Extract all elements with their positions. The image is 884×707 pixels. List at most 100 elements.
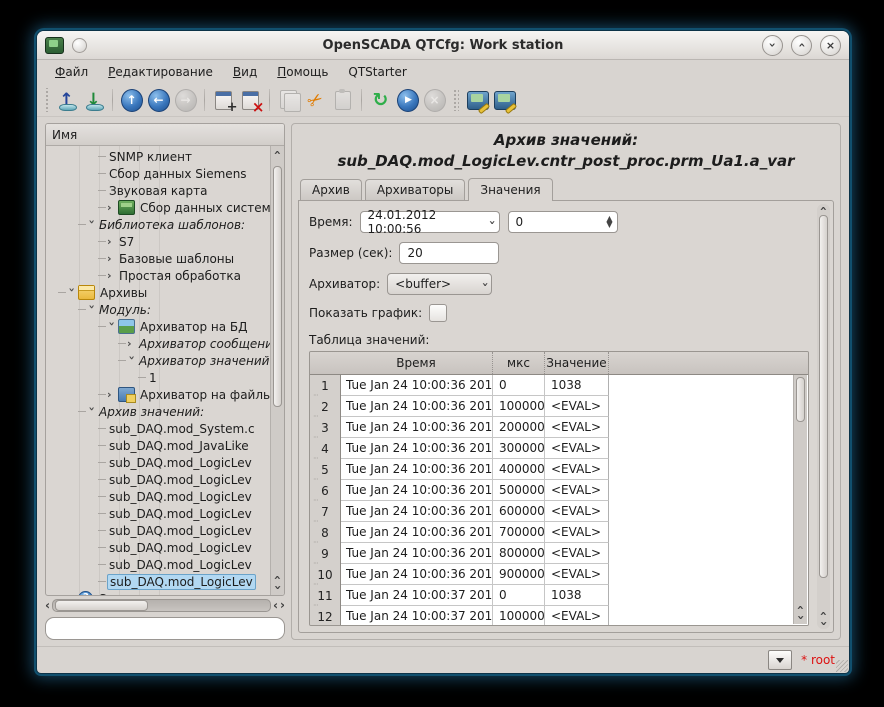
menu-item-1[interactable]: Файл (47, 63, 96, 81)
table-row[interactable]: 9Tue Jan 24 10:00:36 2012800000<EVAL> (310, 543, 808, 564)
toolbar-handle[interactable] (44, 88, 50, 112)
table-row[interactable]: 11Tue Jan 24 10:00:37 201201038 (310, 585, 808, 606)
expand-icon[interactable]: › (107, 253, 117, 264)
show-graph-checkbox[interactable] (429, 304, 447, 322)
table-row[interactable]: 4Tue Jan 24 10:00:36 2012300000<EVAL> (310, 438, 808, 459)
expand-icon[interactable]: › (67, 593, 77, 595)
panel-vertical-scrollbar[interactable]: › › › (817, 204, 830, 629)
tree-item[interactable]: ›Архив значений: (46, 403, 270, 420)
close-icon[interactable]: × (820, 35, 841, 56)
tree-frame: Имя SNMP клиентСбор данных SiemensЗвуков… (45, 123, 285, 596)
tree-item[interactable]: ›Сбор данных системы (46, 199, 270, 216)
tree-item[interactable]: ›Архиватор на файлы (46, 386, 270, 403)
menu-item-3[interactable]: Вид (225, 63, 265, 81)
menu-item-2[interactable]: Редактирование (100, 63, 221, 81)
tree-item[interactable]: SNMP клиент (46, 148, 270, 165)
collapse-icon[interactable]: › (87, 220, 98, 230)
tree-item[interactable]: sub_DAQ.mod_System.c (46, 420, 270, 437)
column-header-3[interactable]: Значение (545, 352, 609, 374)
table-vertical-scrollbar[interactable]: › › (793, 375, 807, 624)
titlebar[interactable]: OpenSCADA QTCfg: Work station › › × (37, 31, 849, 60)
table-row[interactable]: 12Tue Jan 24 10:00:37 2012100000<EVAL> (310, 606, 808, 625)
row-filler (609, 438, 808, 459)
tree-horizontal-scrollbar[interactable]: › › › (45, 599, 285, 612)
tree-item[interactable]: ›S7 (46, 233, 270, 250)
collapse-icon[interactable]: › (107, 322, 118, 332)
tree-item[interactable]: ›Архиватор значений (46, 352, 270, 369)
tree-item[interactable]: ›Простая обработка (46, 267, 270, 284)
table-row[interactable]: 5Tue Jan 24 10:00:36 2012400000<EVAL> (310, 459, 808, 480)
tree-item[interactable]: ›Архиватор сообщений (46, 335, 270, 352)
spinner-arrows-icon[interactable]: ▲▼ (606, 216, 612, 228)
time-combobox[interactable]: 24.01.2012 10:00:56 › (360, 211, 500, 233)
start-button[interactable]: ▶ (394, 87, 421, 114)
back-button[interactable]: ← (145, 87, 172, 114)
tree-item[interactable]: 1 (46, 369, 270, 386)
tree-item[interactable]: sub_DAQ.mod_LogicLev (46, 556, 270, 573)
expand-icon[interactable]: › (127, 338, 137, 349)
minimize-icon[interactable]: › (762, 35, 783, 56)
load-from-db-button[interactable]: ↑ (53, 87, 80, 114)
table-row[interactable]: 8Tue Jan 24 10:00:36 2012700000<EVAL> (310, 522, 808, 543)
menu-item-5[interactable]: QTStarter (340, 63, 414, 81)
cut-button[interactable]: ✂ (302, 87, 329, 114)
tree-filter-input[interactable] (45, 617, 285, 640)
tree-item[interactable]: sub_DAQ.mod_JavaLike (46, 437, 270, 454)
tree-vertical-scrollbar[interactable]: › › › (270, 146, 284, 595)
resize-grip[interactable] (836, 660, 848, 672)
column-header-1[interactable]: Время (340, 352, 493, 374)
collapse-icon[interactable]: › (87, 407, 98, 417)
tree-item[interactable]: Звуковая карта (46, 182, 270, 199)
tree-item[interactable]: ›Архиватор на БД (46, 318, 270, 335)
table-cell: 0 (493, 585, 545, 606)
collapse-icon[interactable]: › (127, 356, 138, 366)
qtstarter-tools-button[interactable] (491, 87, 518, 114)
tree-item[interactable]: sub_DAQ.mod_LogicLev (46, 539, 270, 556)
expand-icon[interactable]: › (107, 270, 117, 281)
tree-item[interactable]: Сбор данных Siemens (46, 165, 270, 182)
archiver-combobox[interactable]: <buffer> › (387, 273, 492, 295)
paste-icon (332, 89, 354, 111)
tree-item[interactable]: ›Специальные (46, 590, 270, 595)
table-row[interactable]: 2Tue Jan 24 10:00:36 2012100000<EVAL> (310, 396, 808, 417)
save-to-db-button[interactable]: ↓ (80, 87, 107, 114)
qtstarter-config-button[interactable] (464, 87, 491, 114)
refresh-button[interactable]: ↻ (367, 87, 394, 114)
table-row[interactable]: 10Tue Jan 24 10:00:36 2012900000<EVAL> (310, 564, 808, 585)
tree-item[interactable]: ›Архивы (46, 284, 270, 301)
collapse-icon[interactable]: › (67, 288, 78, 298)
tab-2[interactable]: Архиваторы (365, 179, 466, 200)
column-header-2[interactable]: мкс (493, 352, 545, 374)
size-input[interactable]: 20 (399, 242, 499, 264)
expand-icon[interactable]: › (107, 236, 117, 247)
maximize-icon[interactable]: › (791, 35, 812, 56)
menu-item-4[interactable]: Помощь (269, 63, 336, 81)
tab-1[interactable]: Архив (300, 179, 362, 200)
main-area: Имя SNMP клиентСбор данных SiemensЗвуков… (37, 117, 849, 646)
expand-icon[interactable]: › (107, 389, 117, 400)
tree-item[interactable]: sub_DAQ.mod_LogicLev (46, 573, 270, 590)
tree-item[interactable]: ›Библиотека шаблонов: (46, 216, 270, 233)
tree-item[interactable]: sub_DAQ.mod_LogicLev (46, 488, 270, 505)
tree-column-header[interactable]: Имя (46, 124, 284, 146)
table-row[interactable]: 6Tue Jan 24 10:00:36 2012500000<EVAL> (310, 480, 808, 501)
table-cell: 800000 (493, 543, 545, 564)
table-row[interactable]: 1Tue Jan 24 10:00:36 201201038 (310, 375, 808, 396)
tree-item[interactable]: ›Базовые шаблоны (46, 250, 270, 267)
collapse-icon[interactable]: › (87, 305, 98, 315)
add-item-button[interactable]: + (210, 87, 237, 114)
tree-item[interactable]: ›Модуль: (46, 301, 270, 318)
table-row[interactable]: 7Tue Jan 24 10:00:36 2012600000<EVAL> (310, 501, 808, 522)
user-select-dropdown[interactable] (768, 650, 792, 670)
tab-3[interactable]: Значения (468, 178, 552, 201)
tree-item[interactable]: sub_DAQ.mod_LogicLev (46, 454, 270, 471)
up-button[interactable]: ↑ (118, 87, 145, 114)
tree-item[interactable]: sub_DAQ.mod_LogicLev (46, 471, 270, 488)
delete-item-button[interactable]: × (237, 87, 264, 114)
tree-item[interactable]: sub_DAQ.mod_LogicLev (46, 505, 270, 522)
table-row[interactable]: 3Tue Jan 24 10:00:36 2012200000<EVAL> (310, 417, 808, 438)
chevron-down-icon: › (486, 220, 499, 225)
usec-spinbox[interactable]: 0 ▲▼ (508, 211, 618, 233)
expand-icon[interactable]: › (107, 202, 117, 213)
tree-item[interactable]: sub_DAQ.mod_LogicLev (46, 522, 270, 539)
